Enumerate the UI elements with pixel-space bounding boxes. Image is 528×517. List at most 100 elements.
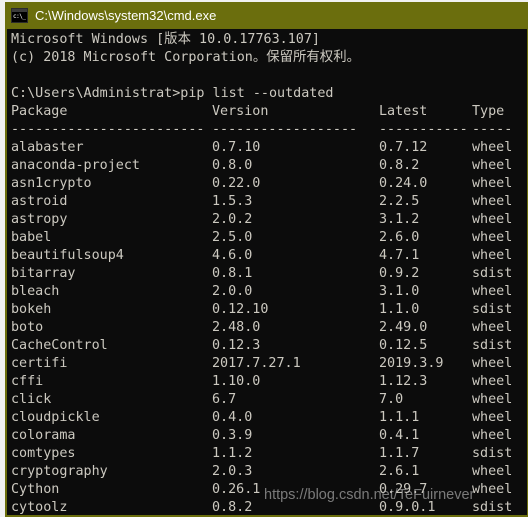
package-table-body: alabaster 0.7.10 0.7.12 wheel anaconda-proje… [7, 139, 527, 515]
cell-package: astropy [11, 212, 68, 227]
cell-version: 0.12.3 [212, 338, 261, 353]
cell-type: wheel [472, 482, 513, 497]
cell-type: sdist [472, 500, 513, 515]
table-row: cryptography 2.0.3 2.6.1 wheel [7, 463, 527, 481]
cell-type: wheel [472, 464, 513, 479]
banner-line-1: Microsoft Windows [版本 10.0.17763.107] [11, 32, 320, 47]
cell-version: 1.10.0 [212, 374, 261, 389]
cell-version: 4.6.0 [212, 248, 253, 263]
separator-type: ----- [472, 122, 513, 137]
cell-version: 2.0.3 [212, 464, 253, 479]
cell-type: wheel [472, 284, 513, 299]
cell-version: 1.1.2 [212, 446, 253, 461]
cell-latest: 0.7.12 [379, 140, 428, 155]
cell-package: anaconda-project [11, 158, 140, 173]
cell-version: 0.8.0 [212, 158, 253, 173]
cell-package: cytoolz [11, 500, 68, 515]
header-version: Version [212, 104, 269, 119]
cell-package: CacheControl [11, 338, 108, 353]
cell-package: colorama [11, 428, 76, 443]
cell-latest: 0.4.1 [379, 428, 420, 443]
table-row: comtypes 1.1.2 1.1.7 sdist [7, 445, 527, 463]
cell-type: wheel [472, 320, 513, 335]
cell-version: 2.0.2 [212, 212, 253, 227]
cell-type: wheel [472, 194, 513, 209]
banner-line-2: (c) 2018 Microsoft Corporation。保留所有权利。 [11, 50, 360, 65]
console-output[interactable]: Microsoft Windows [版本 10.0.17763.107] (c… [7, 29, 527, 515]
cell-version: 2017.7.27.1 [212, 356, 301, 371]
cell-latest: 2019.3.9 [379, 356, 444, 371]
table-row: astroid 1.5.3 2.2.5 wheel [7, 193, 527, 211]
cell-latest: 2.49.0 [379, 320, 428, 335]
cell-type: wheel [472, 176, 513, 191]
cell-package: click [11, 392, 52, 407]
cmd-icon-glyph: c:\_ [12, 12, 27, 22]
cell-package: boto [11, 320, 44, 335]
cell-version: 6.7 [212, 392, 237, 407]
cell-type: wheel [472, 428, 513, 443]
cell-latest: 0.29.7 [379, 482, 428, 497]
cell-package: certifi [11, 356, 68, 371]
cmd-icon: c:\_ [11, 8, 28, 23]
cell-version: 2.5.0 [212, 230, 253, 245]
cell-latest: 2.6.0 [379, 230, 420, 245]
title-bar[interactable]: c:\_ C:\Windows\system32\cmd.exe [5, 2, 528, 29]
cell-type: sdist [472, 266, 513, 281]
cell-latest: 7.0 [379, 392, 404, 407]
header-package: Package [11, 104, 68, 119]
cell-package: comtypes [11, 446, 76, 461]
cell-latest: 0.12.5 [379, 338, 428, 353]
cell-latest: 1.1.1 [379, 410, 420, 425]
cell-latest: 2.2.5 [379, 194, 420, 209]
table-row: anaconda-project 0.8.0 0.8.2 wheel [7, 157, 527, 175]
table-row: bokeh 0.12.10 1.1.0 sdist [7, 301, 527, 319]
cell-version: 0.8.2 [212, 500, 253, 515]
cell-latest: 0.9.0.1 [379, 500, 436, 515]
cell-latest: 3.1.2 [379, 212, 420, 227]
table-row: beautifulsoup4 4.6.0 4.7.1 wheel [7, 247, 527, 265]
cell-type: wheel [472, 248, 513, 263]
separator-version: ------------------ [212, 122, 358, 137]
table-row: bleach 2.0.0 3.1.0 wheel [7, 283, 527, 301]
cell-type: sdist [472, 338, 513, 353]
table-row: certifi 2017.7.27.1 2019.3.9 wheel [7, 355, 527, 373]
window-title: C:\Windows\system32\cmd.exe [35, 8, 217, 23]
separator-package: ------------------------ [11, 122, 205, 137]
cell-package: Cython [11, 482, 60, 497]
cell-package: bitarray [11, 266, 76, 281]
cell-version: 0.4.0 [212, 410, 253, 425]
cell-version: 0.7.10 [212, 140, 261, 155]
table-header-row: Package Version Latest Type [7, 103, 527, 121]
cell-package: bleach [11, 284, 60, 299]
cell-package: cryptography [11, 464, 108, 479]
cell-package: alabaster [11, 140, 84, 155]
table-row: bitarray 0.8.1 0.9.2 sdist [7, 265, 527, 283]
cell-type: wheel [472, 140, 513, 155]
cell-latest: 0.8.2 [379, 158, 420, 173]
cell-type: sdist [472, 302, 513, 317]
cell-package: asn1crypto [11, 176, 92, 191]
cell-type: wheel [472, 410, 513, 425]
cell-latest: 0.24.0 [379, 176, 428, 191]
cell-version: 0.12.10 [212, 302, 269, 317]
cell-version: 0.8.1 [212, 266, 253, 281]
cell-type: wheel [472, 212, 513, 227]
cell-type: wheel [472, 374, 513, 389]
table-row: cloudpickle 0.4.0 1.1.1 wheel [7, 409, 527, 427]
cell-version: 1.5.3 [212, 194, 253, 209]
cell-type: wheel [472, 158, 513, 173]
table-row: colorama 0.3.9 0.4.1 wheel [7, 427, 527, 445]
cell-type: sdist [472, 446, 513, 461]
screenshot-root: c:\_ C:\Windows\system32\cmd.exe Microso… [0, 0, 528, 517]
prompt-line: C:\Users\Administrat>pip list --outdated [11, 86, 334, 101]
table-row: Cython 0.26.1 0.29.7 wheel [7, 481, 527, 499]
table-row: alabaster 0.7.10 0.7.12 wheel [7, 139, 527, 157]
cell-type: wheel [472, 392, 513, 407]
cell-latest: 0.9.2 [379, 266, 420, 281]
table-row: click 6.7 7.0 wheel [7, 391, 527, 409]
cell-version: 0.3.9 [212, 428, 253, 443]
table-row: cytoolz 0.8.2 0.9.0.1 sdist [7, 499, 527, 515]
cell-version: 2.0.0 [212, 284, 253, 299]
cell-version: 0.26.1 [212, 482, 261, 497]
cell-latest: 2.6.1 [379, 464, 420, 479]
